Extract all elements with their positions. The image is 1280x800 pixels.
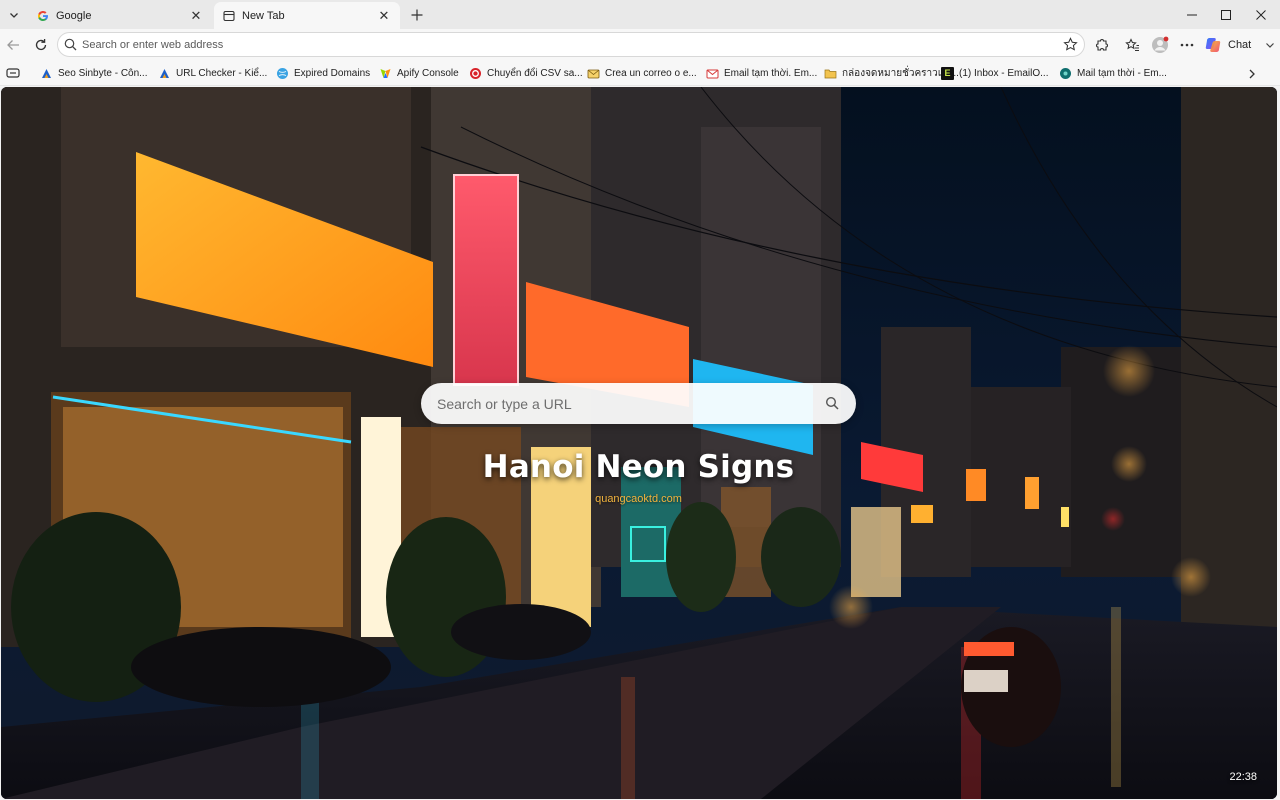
bookmark-item[interactable]: E (1) Inbox - EmailO...: [941, 65, 1048, 81]
bookmark-label: Apify Console: [397, 67, 459, 79]
bookmark-label: Chuyển đổi CSV sa...: [487, 67, 583, 79]
search-icon: [64, 38, 77, 51]
copilot-chat-button[interactable]: Chat: [1204, 34, 1275, 56]
newtab-search-box[interactable]: [421, 383, 856, 424]
back-arrow-icon: [7, 40, 19, 50]
favorites-list-icon: [1124, 37, 1139, 51]
background-image: [1, 87, 1277, 799]
background-credit-link[interactable]: quangcaoktd.com: [421, 493, 856, 505]
tab-title: New Tab: [242, 9, 285, 22]
back-button[interactable]: [1, 33, 25, 57]
bookmark-label: Crea un correo o e...: [605, 67, 697, 79]
bookmark-item[interactable]: Expired Domains: [276, 65, 370, 81]
minimize-button[interactable]: [1175, 0, 1209, 29]
e-icon: E: [941, 66, 954, 80]
plus-icon: [411, 9, 423, 21]
envelope-icon: [706, 67, 719, 80]
bookmarks-menu-button[interactable]: [6, 65, 20, 81]
chevron-right-icon: [1249, 69, 1255, 79]
favorites-button[interactable]: [1120, 33, 1144, 57]
bookmark-label: URL Checker - Kiể...: [176, 67, 268, 79]
sinbyte-icon: [40, 67, 53, 80]
bookmark-item[interactable]: Apify Console: [379, 65, 459, 81]
favorite-star-icon[interactable]: [1063, 37, 1078, 52]
clock: 22:38: [1229, 771, 1257, 783]
bookmark-item[interactable]: กล่องจดหมายชั่วคราวแป...: [824, 65, 959, 81]
more-bookmarks-button[interactable]: [1244, 66, 1260, 82]
bookmark-label: Seo Sinbyte - Côn...: [58, 67, 148, 79]
globe-icon: [276, 67, 289, 80]
bookmark-item[interactable]: Crea un correo o e...: [587, 65, 697, 81]
background-title: Hanoi Neon Signs: [482, 449, 795, 485]
bookmark-label: Email tạm thời. Em...: [724, 67, 818, 79]
chat-label: Chat: [1228, 39, 1252, 51]
bookmark-label: Expired Domains: [294, 67, 371, 79]
extensions-puzzle-icon: [1095, 38, 1108, 51]
folder-mail-icon: [824, 67, 837, 80]
new-tab-page: Hanoi Neon Signs quangcaoktd.com 22:38: [1, 87, 1277, 799]
close-tab-icon[interactable]: ✕: [376, 8, 392, 24]
avatar: [1152, 36, 1169, 53]
search-icon[interactable]: [825, 396, 840, 411]
red-circle-icon: [469, 67, 482, 80]
newtab-page-icon: [222, 9, 236, 23]
bookmarks-folder-icon: [6, 68, 20, 78]
chevron-down-icon[interactable]: [1265, 40, 1275, 50]
bookmark-item[interactable]: Chuyển đổi CSV sa...: [469, 65, 583, 81]
reload-icon: [35, 39, 47, 51]
address-bar[interactable]: Search or enter web address: [57, 32, 1085, 57]
bookmarks-bar: Seo Sinbyte - Côn... URL Checker - Kiể..…: [0, 60, 1280, 86]
bookmark-item[interactable]: Email tạm thời. Em...: [706, 65, 817, 81]
maximize-icon: [1221, 9, 1231, 20]
tab-strip: Google ✕ New Tab ✕: [0, 0, 1280, 29]
bookmark-label: (1) Inbox - EmailO...: [959, 67, 1049, 79]
bookmark-item[interactable]: Seo Sinbyte - Côn...: [40, 65, 148, 81]
sinbyte-icon: [158, 67, 171, 80]
new-tab-button[interactable]: [406, 4, 428, 26]
teal-circle-icon: [1059, 67, 1072, 80]
profile-button[interactable]: [1148, 33, 1172, 57]
mailbox-icon: [587, 67, 600, 80]
newtab-search-input[interactable]: [437, 395, 807, 412]
google-icon: [36, 9, 50, 23]
tab-google[interactable]: Google ✕: [28, 2, 212, 29]
maximize-button[interactable]: [1209, 0, 1243, 29]
tab-title: Google: [56, 9, 92, 22]
extensions-button[interactable]: [1089, 33, 1113, 57]
settings-menu-button[interactable]: [1175, 33, 1199, 57]
close-tab-icon[interactable]: ✕: [188, 8, 204, 24]
minimize-icon: [1187, 14, 1197, 15]
bookmark-item[interactable]: URL Checker - Kiể...: [158, 65, 267, 81]
more-dots-icon: [1180, 43, 1194, 47]
apify-icon: [379, 67, 392, 80]
tab-new-tab[interactable]: New Tab ✕: [214, 2, 400, 29]
reload-button[interactable]: [29, 33, 53, 57]
address-bar-placeholder: Search or enter web address: [82, 38, 224, 51]
bookmark-label: Mail tạm thời - Em...: [1077, 67, 1167, 79]
tab-actions-menu-button[interactable]: [3, 4, 25, 26]
close-icon: [1256, 9, 1266, 20]
close-window-button[interactable]: [1244, 0, 1278, 29]
bookmark-item[interactable]: Mail tạm thời - Em...: [1059, 65, 1167, 81]
browser-toolbar: Search or enter web address Chat: [0, 29, 1280, 60]
copilot-icon: [1205, 38, 1221, 52]
chevron-down-icon: [10, 13, 18, 18]
